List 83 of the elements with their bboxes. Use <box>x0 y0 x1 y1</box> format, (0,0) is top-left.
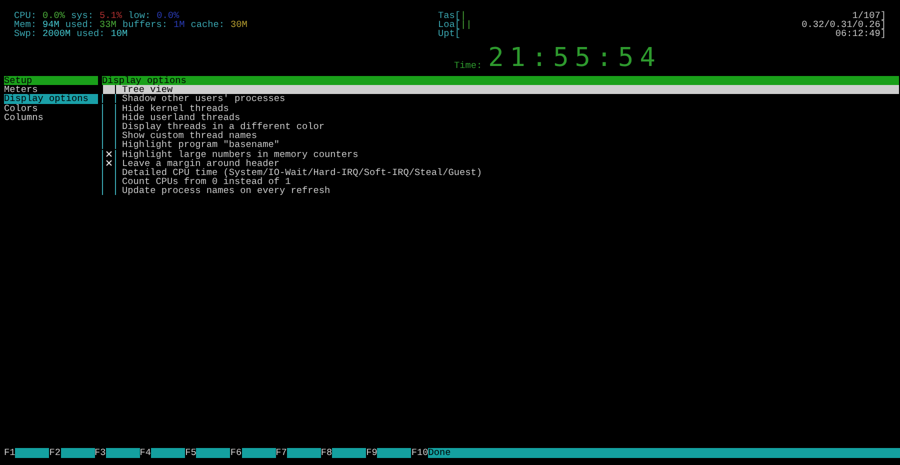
meter-text: CPU: <box>14 11 37 20</box>
function-key[interactable]: F9 <box>366 448 378 458</box>
function-key[interactable]: F8 <box>320 448 332 458</box>
option-label: Count CPUs from 0 instead of 1 <box>122 177 291 186</box>
function-key[interactable]: F4 <box>140 448 152 458</box>
meter-text: cache: <box>190 20 224 30</box>
checkbox[interactable] <box>102 112 116 122</box>
meter-text: 1M <box>173 20 185 30</box>
option-row[interactable]: Tree view <box>102 85 899 94</box>
checkbox[interactable] <box>102 94 116 104</box>
option-row[interactable]: Update process names on every refresh <box>102 186 899 196</box>
option-row[interactable]: Hide kernel threads <box>102 104 899 113</box>
clock-label: Time: <box>454 61 482 71</box>
meter-text: low: <box>128 11 151 20</box>
option-label: Tree view <box>122 85 173 94</box>
option-row[interactable]: Leave a margin around header <box>102 158 899 168</box>
meter-text: used: <box>76 29 105 39</box>
option-row[interactable]: Highlight program "basename" <box>102 140 899 150</box>
function-key[interactable]: F2 <box>49 448 61 458</box>
checkbox[interactable] <box>102 140 116 150</box>
meter-label: Upt[ <box>438 29 461 39</box>
meter-text: 0.0% <box>156 11 180 20</box>
check-x-icon <box>106 160 112 166</box>
meter-bar-text: | <box>460 11 466 20</box>
meter-text: 30M <box>230 20 248 30</box>
checkbox[interactable] <box>102 131 116 140</box>
option-label: Shadow other users' processes <box>122 94 286 104</box>
meter-text: Swp: <box>14 29 37 39</box>
meter-text: buffers: <box>122 20 168 30</box>
checkbox[interactable] <box>102 186 116 196</box>
meter-value: 06:12:49] <box>835 29 886 39</box>
function-key[interactable]: F10 <box>411 448 428 458</box>
meter-text: 94M <box>42 20 60 30</box>
panel-header: Display options <box>102 76 899 86</box>
option-row[interactable]: Show custom thread names <box>102 131 899 140</box>
option-row[interactable]: Display threads in a different color <box>102 122 899 132</box>
check-x-icon <box>106 151 112 158</box>
function-key[interactable]: F7 <box>276 448 287 458</box>
meter-label: Loa[ <box>438 20 461 30</box>
option-label: Display threads in a different color <box>122 122 325 132</box>
checkbox[interactable] <box>102 104 116 113</box>
clock-digits: 21:55:54 <box>488 44 662 71</box>
meter-label: Tas[ <box>438 11 461 20</box>
checkbox[interactable] <box>102 150 116 159</box>
meter-text: 5.1% <box>100 11 122 20</box>
checkbox[interactable] <box>102 85 116 94</box>
sidebar-item[interactable]: Colors <box>4 104 98 113</box>
option-row[interactable]: Hide userland threads <box>102 112 899 122</box>
meter-text: sys: <box>71 11 94 20</box>
function-key[interactable]: F1 <box>4 448 16 458</box>
sidebar-item[interactable]: Columns <box>4 112 98 122</box>
option-row[interactable]: Count CPUs from 0 instead of 1 <box>102 177 899 186</box>
function-key[interactable]: F3 <box>94 448 106 458</box>
function-label[interactable]: Done <box>428 448 900 458</box>
option-row[interactable]: Shadow other users' processes <box>102 94 899 104</box>
checkbox[interactable] <box>102 122 116 132</box>
checkbox[interactable] <box>102 177 116 186</box>
panel-header: Setup <box>4 76 98 86</box>
function-key[interactable]: F6 <box>230 448 242 458</box>
option-label: Update process names on every refresh <box>122 186 330 196</box>
meter-text: 0.0% <box>42 11 66 20</box>
function-key[interactable]: F5 <box>185 448 196 458</box>
meter-text: 10M <box>110 29 128 39</box>
meter-text: 2000M <box>42 29 71 39</box>
option-row[interactable]: Detailed CPU time (System/IO-Wait/Hard-IRQ/Soft-IRQ/Steal/Guest) <box>102 168 899 178</box>
meter-text: Mem: <box>14 20 37 30</box>
meter-text: used: <box>65 20 94 30</box>
meter-text: 33M <box>100 20 116 30</box>
option-label: Detailed CPU time (System/IO-Wait/Hard-IRQ/Soft-IRQ/Steal/Guest) <box>122 168 482 178</box>
option-row[interactable]: Highlight large numbers in memory counters <box>102 150 899 159</box>
meter-value: 0.32/0.31/0.26] <box>802 20 886 30</box>
option-label: Highlight large numbers in memory counters <box>122 150 358 159</box>
checkbox[interactable] <box>102 158 116 168</box>
option-label: Leave a margin around header <box>122 158 280 168</box>
checkbox[interactable] <box>102 168 116 177</box>
option-label: Show custom thread names <box>122 131 258 140</box>
sidebar-item[interactable]: Display options <box>4 94 98 104</box>
meter-value: 1/107] <box>852 11 886 20</box>
option-label: Hide kernel threads <box>122 104 229 113</box>
option-label: Highlight program "basename" <box>122 140 280 150</box>
meter-bar-text: || <box>460 20 472 30</box>
option-label: Hide userland threads <box>122 112 240 122</box>
sidebar-item[interactable]: Meters <box>4 85 98 94</box>
